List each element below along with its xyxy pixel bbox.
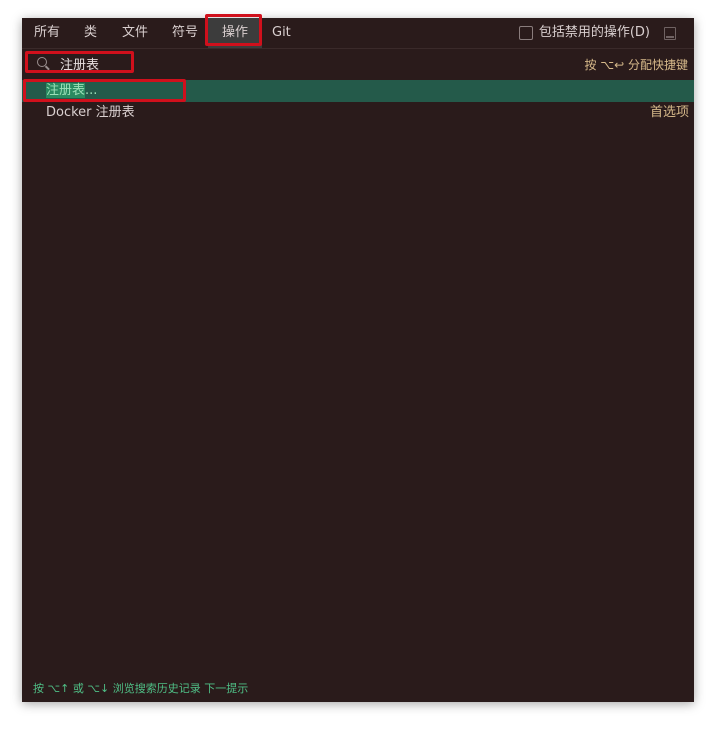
search-everywhere-popup: 所有 类 文件 符号 操作 Git 包括禁用的操作(D) 按 ⌥↩ 分配快捷键 … xyxy=(22,14,694,702)
result-item-docker-registry[interactable]: Docker 注册表 首选项 xyxy=(22,102,694,124)
tab-files[interactable]: 文件 xyxy=(122,18,148,48)
result-item-highlight-box xyxy=(23,79,186,102)
result-item-type: 首选项 xyxy=(649,105,689,120)
tab-actions-highlight-box xyxy=(205,14,262,46)
tab-bar: 所有 类 文件 符号 操作 Git 包括禁用的操作(D) xyxy=(22,14,694,49)
tab-all[interactable]: 所有 xyxy=(34,18,60,48)
result-item-label: Docker 注册表 xyxy=(46,105,135,120)
tab-symbols[interactable]: 符号 xyxy=(172,18,198,48)
include-disabled-checkbox[interactable] xyxy=(519,26,533,40)
search-row: 按 ⌥↩ 分配快捷键 xyxy=(22,49,694,77)
pin-window-icon[interactable] xyxy=(664,27,676,40)
include-disabled-label[interactable]: 包括禁用的操作(D) xyxy=(539,18,650,48)
assign-shortcut-hint: 按 ⌥↩ 分配快捷键 xyxy=(584,58,688,72)
tab-classes[interactable]: 类 xyxy=(84,18,97,48)
footer-hint: 按 ⌥↑ 或 ⌥↓ 浏览搜索历史记录 下一提示 xyxy=(33,682,249,695)
search-input-highlight-box xyxy=(25,51,134,73)
tab-git[interactable]: Git xyxy=(272,18,291,48)
